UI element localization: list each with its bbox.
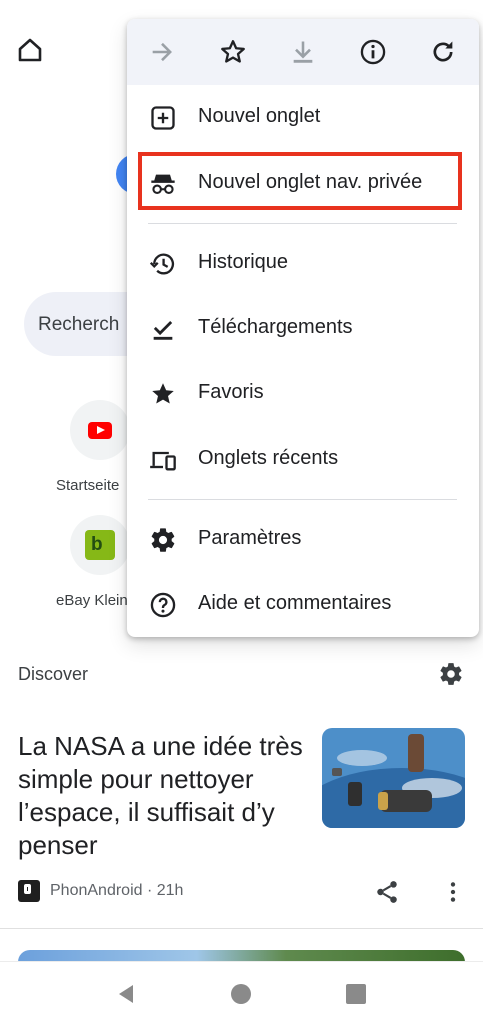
menu-item-label: Paramètres <box>198 527 302 549</box>
menu-item-settings[interactable]: Paramètres <box>127 512 479 568</box>
bookmark-button[interactable] <box>219 38 247 66</box>
reload-button[interactable] <box>429 38 457 66</box>
feed-divider <box>0 928 483 929</box>
info-icon <box>360 39 386 65</box>
home-circle-icon[interactable] <box>231 984 251 1004</box>
menu-item-label: Historique <box>198 251 289 273</box>
back-icon[interactable] <box>115 983 137 1005</box>
discover-settings-icon[interactable] <box>438 661 464 687</box>
menu-item-label: Nouvel onglet <box>198 105 321 127</box>
menu-toolbar <box>127 19 479 85</box>
menu-item-help-feedback[interactable]: Aide et commentaires <box>127 577 479 633</box>
menu-item-downloads[interactable]: Téléchargements <box>127 301 479 357</box>
source-logo-icon <box>18 880 40 902</box>
article-thumbnail[interactable] <box>322 728 465 828</box>
menu-divider <box>148 223 457 224</box>
download-icon <box>293 41 313 63</box>
downloads-icon <box>149 315 177 343</box>
refresh-icon <box>433 41 453 62</box>
help-icon <box>149 591 177 619</box>
recent-apps-icon[interactable] <box>346 984 366 1004</box>
settings-icon <box>149 526 177 554</box>
forward-button[interactable] <box>148 38 176 66</box>
home-icon[interactable] <box>16 36 44 64</box>
menu-divider <box>148 499 457 500</box>
devices-icon <box>149 446 177 474</box>
menu-item-label: Aide et commentaires <box>198 592 392 614</box>
share-icon[interactable] <box>374 879 400 905</box>
youtube-icon <box>88 422 112 439</box>
menu-item-recent-tabs[interactable]: Onglets récents <box>127 432 479 488</box>
kleinanzeigen-icon: b <box>85 530 115 560</box>
page-info-button[interactable] <box>359 38 387 66</box>
search-placeholder: Recherch <box>38 314 120 335</box>
shortcut-ebay-kleinanzeigen[interactable]: b <box>70 515 130 575</box>
star-icon <box>149 380 177 408</box>
new-tab-icon <box>149 104 177 132</box>
menu-item-label: Téléchargements <box>198 316 353 338</box>
menu-item-label: Onglets récents <box>198 447 339 469</box>
arrow-right-icon <box>152 42 172 62</box>
more-options-icon[interactable] <box>440 879 466 905</box>
shortcut-label: eBay Klein <box>56 592 128 609</box>
star-outline-icon <box>221 40 245 63</box>
history-icon <box>149 250 177 278</box>
menu-item-bookmarks[interactable]: Favoris <box>127 366 479 422</box>
shortcut-startseite[interactable] <box>70 400 130 460</box>
shortcut-label: Startseite <box>56 477 120 494</box>
menu-item-label: Favoris <box>198 381 264 403</box>
menu-item-new-tab[interactable]: Nouvel onglet <box>127 90 479 146</box>
overflow-menu: Nouvel onglet Nouvel onglet nav. privée … <box>127 19 479 637</box>
discover-title: Discover <box>18 664 89 684</box>
download-page-button[interactable] <box>289 38 317 66</box>
article-source: PhonAndroid · 21h <box>50 882 184 899</box>
highlight-box <box>138 152 462 210</box>
menu-item-history[interactable]: Historique <box>127 236 479 292</box>
article-headline[interactable]: La NASA a une idée très simple pour nett… <box>18 730 308 862</box>
